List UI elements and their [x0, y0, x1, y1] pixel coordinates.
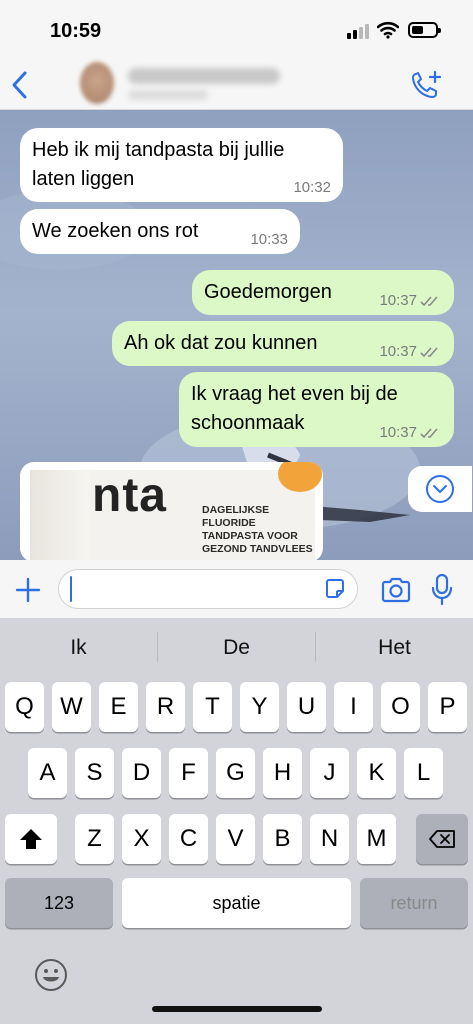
- message-time: 10:37: [379, 293, 442, 309]
- key-u[interactable]: U: [287, 682, 326, 732]
- status-time: 10:59: [50, 20, 102, 42]
- wifi-icon: [377, 21, 399, 39]
- message-outgoing[interactable]: Goedemorgen 10:37: [192, 270, 454, 315]
- key-d[interactable]: D: [122, 748, 161, 798]
- toothpaste-photo: nta DAGELIJKSE FLUORIDE TANDPASTA VOOR G…: [30, 462, 322, 560]
- key-b[interactable]: B: [263, 814, 302, 864]
- keyboard: Ik De Het Q W E R T Y U I O P A S D F G …: [0, 618, 473, 1024]
- plus-icon[interactable]: [14, 576, 42, 604]
- battery-icon: [408, 22, 441, 38]
- back-chevron-icon[interactable]: [8, 68, 32, 102]
- contact-name-redacted[interactable]: [128, 68, 280, 84]
- key-y[interactable]: Y: [240, 682, 279, 732]
- key-g[interactable]: G: [216, 748, 255, 798]
- microphone-icon[interactable]: [430, 573, 454, 607]
- shift-arrow-icon: [20, 829, 42, 849]
- image-message[interactable]: nta DAGELIJKSE FLUORIDE TANDPASTA VOOR G…: [20, 462, 323, 560]
- photo-label-text: DAGELIJKSE FLUORIDE TANDPASTA VOOR GEZON…: [202, 504, 313, 555]
- suggestion-item[interactable]: Het: [316, 636, 473, 660]
- photo-brand-text: nta: [92, 469, 167, 522]
- key-q[interactable]: Q: [5, 682, 44, 732]
- key-a[interactable]: A: [28, 748, 67, 798]
- contact-status-redacted: [128, 90, 208, 100]
- avatar[interactable]: [80, 62, 114, 104]
- key-e[interactable]: E: [99, 682, 138, 732]
- add-call-icon[interactable]: [410, 70, 442, 100]
- key-v[interactable]: V: [216, 814, 255, 864]
- message-text-line: laten liggen: [32, 168, 135, 190]
- message-incoming[interactable]: Heb ik mij tandpasta bij jullie laten li…: [20, 128, 343, 202]
- key-h[interactable]: H: [263, 748, 302, 798]
- chat-area[interactable]: Heb ik mij tandpasta bij jullie laten li…: [0, 110, 473, 560]
- shift-key[interactable]: [5, 814, 57, 864]
- emoji-icon[interactable]: [34, 958, 68, 992]
- message-time: 10:32: [293, 179, 331, 196]
- key-k[interactable]: K: [357, 748, 396, 798]
- backspace-icon: [429, 830, 455, 848]
- home-indicator[interactable]: [152, 1006, 322, 1012]
- key-n[interactable]: N: [310, 814, 349, 864]
- return-key[interactable]: return: [360, 878, 468, 928]
- key-l[interactable]: L: [404, 748, 443, 798]
- key-t[interactable]: T: [193, 682, 232, 732]
- key-o[interactable]: O: [381, 682, 420, 732]
- key-s[interactable]: S: [75, 748, 114, 798]
- message-incoming[interactable]: We zoeken ons rot 10:33: [20, 209, 300, 254]
- backspace-key[interactable]: [416, 814, 468, 864]
- key-w[interactable]: W: [52, 682, 91, 732]
- camera-icon[interactable]: [380, 576, 412, 604]
- text-caret: [70, 576, 72, 602]
- message-time: 10:37: [379, 344, 442, 360]
- key-i[interactable]: I: [334, 682, 373, 732]
- suggestion-bar: Ik De Het: [0, 618, 473, 676]
- numbers-key[interactable]: 123: [5, 878, 113, 928]
- read-receipt-icon: [420, 428, 438, 439]
- message-text-line: Ik vraag het even bij de: [191, 383, 398, 405]
- scroll-to-bottom-button[interactable]: [408, 466, 472, 512]
- key-c[interactable]: C: [169, 814, 208, 864]
- key-f[interactable]: F: [169, 748, 208, 798]
- key-x[interactable]: X: [122, 814, 161, 864]
- read-receipt-icon: [420, 296, 438, 307]
- message-text-line: Heb ik mij tandpasta bij jullie: [32, 139, 285, 161]
- chat-header: [0, 62, 473, 110]
- sticker-icon[interactable]: [323, 577, 347, 601]
- key-z[interactable]: Z: [75, 814, 114, 864]
- key-p[interactable]: P: [428, 682, 467, 732]
- status-bar: 10:59: [0, 0, 473, 62]
- message-time: 10:33: [250, 231, 288, 248]
- read-receipt-icon: [420, 347, 438, 358]
- key-r[interactable]: R: [146, 682, 185, 732]
- message-input[interactable]: [58, 569, 358, 609]
- suggestion-item[interactable]: De: [158, 636, 315, 660]
- key-m[interactable]: M: [357, 814, 396, 864]
- message-time: 10:37: [379, 425, 442, 441]
- signal-icon: [347, 23, 371, 39]
- space-key[interactable]: spatie: [122, 878, 351, 928]
- suggestion-item[interactable]: Ik: [0, 636, 157, 660]
- message-outgoing[interactable]: Ik vraag het even bij de schoonmaak 10:3…: [179, 372, 454, 447]
- message-input-bar: [0, 560, 473, 618]
- chevron-down-circle-icon: [426, 475, 454, 503]
- key-j[interactable]: J: [310, 748, 349, 798]
- message-outgoing[interactable]: Ah ok dat zou kunnen 10:37: [112, 321, 454, 366]
